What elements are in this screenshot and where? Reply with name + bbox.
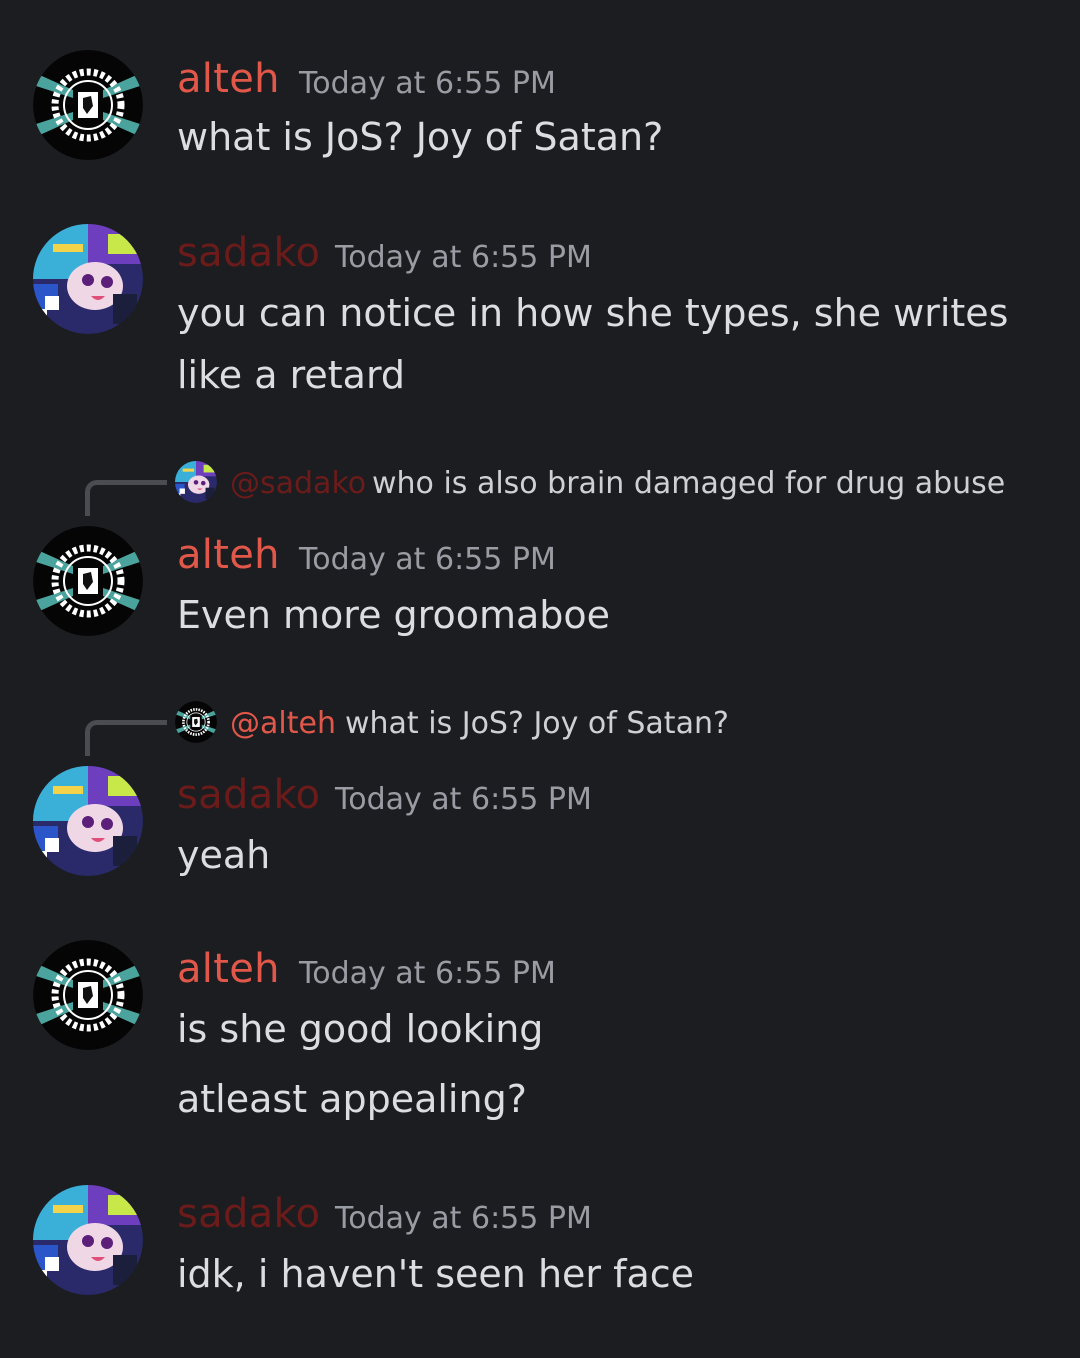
reply-connector	[85, 480, 167, 516]
reply-mention[interactable]: @sadako	[230, 466, 366, 501]
timestamp: Today at 6:55 PM	[335, 1201, 592, 1236]
sadako-avatar[interactable]	[33, 224, 143, 334]
message-text: like a retard	[177, 353, 406, 397]
alteh-avatar[interactable]	[33, 940, 143, 1050]
message-text: Even more groomaboe	[177, 593, 611, 637]
reply-sadako-avatar[interactable]	[175, 461, 217, 503]
timestamp: Today at 6:55 PM	[299, 956, 556, 991]
message-text: you can notice in how she types, she wri…	[177, 291, 1009, 335]
reply-mention[interactable]: @alteh	[230, 706, 336, 741]
reply-preview[interactable]: what is JoS? Joy of Satan?	[345, 706, 729, 741]
sadako-avatar[interactable]	[33, 766, 143, 876]
author-name[interactable]: alteh	[177, 56, 280, 102]
message-text: idk, i haven't seen her face	[177, 1252, 695, 1296]
reply-preview[interactable]: who is also brain damaged for drug abuse	[372, 466, 1005, 501]
timestamp: Today at 6:55 PM	[335, 240, 592, 275]
message-text: what is JoS? Joy of Satan?	[177, 115, 664, 159]
reply-alteh-avatar[interactable]	[175, 701, 217, 743]
alteh-avatar[interactable]	[33, 526, 143, 636]
message-text: is she good looking	[177, 1007, 544, 1051]
message-text: atleast appealing?	[177, 1077, 527, 1121]
author-name[interactable]: sadako	[177, 230, 320, 276]
chat-log: alteh Today at 6:55 PM what is JoS? Joy …	[0, 0, 1080, 1358]
author-name[interactable]: alteh	[177, 532, 280, 578]
timestamp: Today at 6:55 PM	[335, 782, 592, 817]
author-name[interactable]: alteh	[177, 946, 280, 992]
author-name[interactable]: sadako	[177, 772, 320, 818]
reply-connector	[85, 720, 167, 756]
message-text: yeah	[177, 833, 271, 877]
alteh-avatar[interactable]	[33, 50, 143, 160]
sadako-avatar[interactable]	[33, 1185, 143, 1295]
timestamp: Today at 6:55 PM	[299, 66, 556, 101]
timestamp: Today at 6:55 PM	[299, 542, 556, 577]
author-name[interactable]: sadako	[177, 1191, 320, 1237]
